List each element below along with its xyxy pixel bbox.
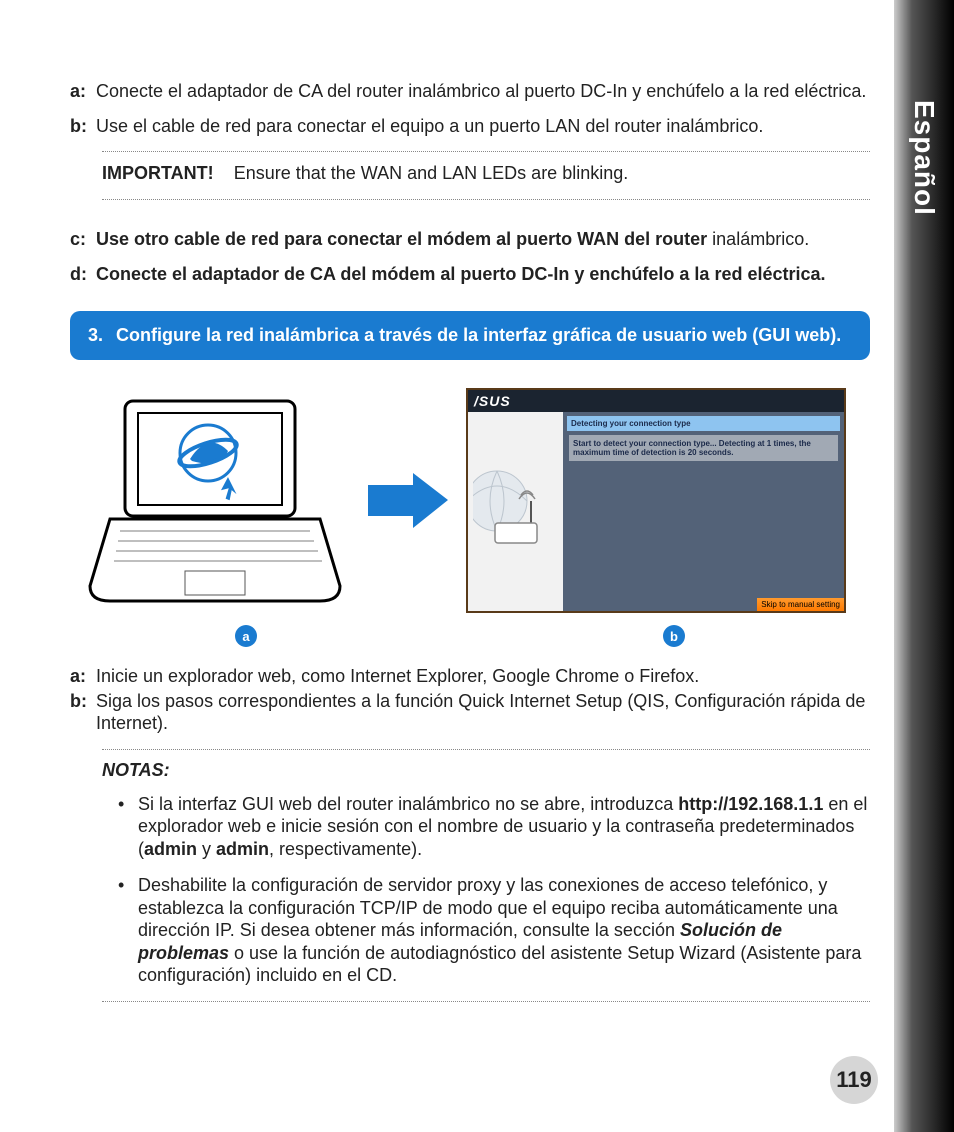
step-d: d: Conecte el adaptador de CA del módem … xyxy=(70,263,870,286)
language-tab: Español xyxy=(894,0,954,1132)
badge-b: b xyxy=(663,625,685,647)
router-with-globe-icon xyxy=(473,467,558,557)
router-gui-screenshot: /SUS xyxy=(466,388,846,613)
language-tab-label: Español xyxy=(908,100,940,216)
skip-manual-button[interactable]: Skip to manual setting xyxy=(757,598,844,611)
step-3-box: 3. Configure la red inalámbrica a través… xyxy=(70,311,870,360)
divider xyxy=(102,151,870,152)
step-a-top: a: Conecte el adaptador de CA del router… xyxy=(70,80,870,103)
badge-a: a xyxy=(235,625,257,647)
divider xyxy=(102,1001,870,1002)
figure-row: /SUS xyxy=(80,388,870,613)
arrow-right-icon xyxy=(368,473,448,528)
step-b-bottom: b: Siga los pasos correspondientes a la … xyxy=(70,690,870,735)
detect-message: Start to detect your connection type... … xyxy=(569,435,838,461)
figure-labels: a b xyxy=(180,625,880,647)
step-c: c: Use otro cable de red para conectar e… xyxy=(70,228,870,251)
page-number: 119 xyxy=(830,1056,878,1104)
laptop-illustration xyxy=(80,391,350,611)
asus-logo: /SUS xyxy=(474,393,511,409)
step-b-top: b: Use el cable de red para conectar el … xyxy=(70,115,870,138)
note-1: • Si la interfaz GUI web del router inal… xyxy=(118,793,870,861)
notes-title: NOTAS: xyxy=(102,760,870,781)
step-a-bottom: a: Inicie un explorador web, como Intern… xyxy=(70,665,870,688)
important-note: IMPORTANT! Ensure that the WAN and LAN L… xyxy=(102,162,870,185)
page-content: a: Conecte el adaptador de CA del router… xyxy=(70,80,870,1012)
divider xyxy=(102,199,870,200)
divider xyxy=(102,749,870,750)
detect-bar: Detecting your connection type xyxy=(567,416,840,431)
note-2: • Deshabilite la configuración de servid… xyxy=(118,874,870,987)
